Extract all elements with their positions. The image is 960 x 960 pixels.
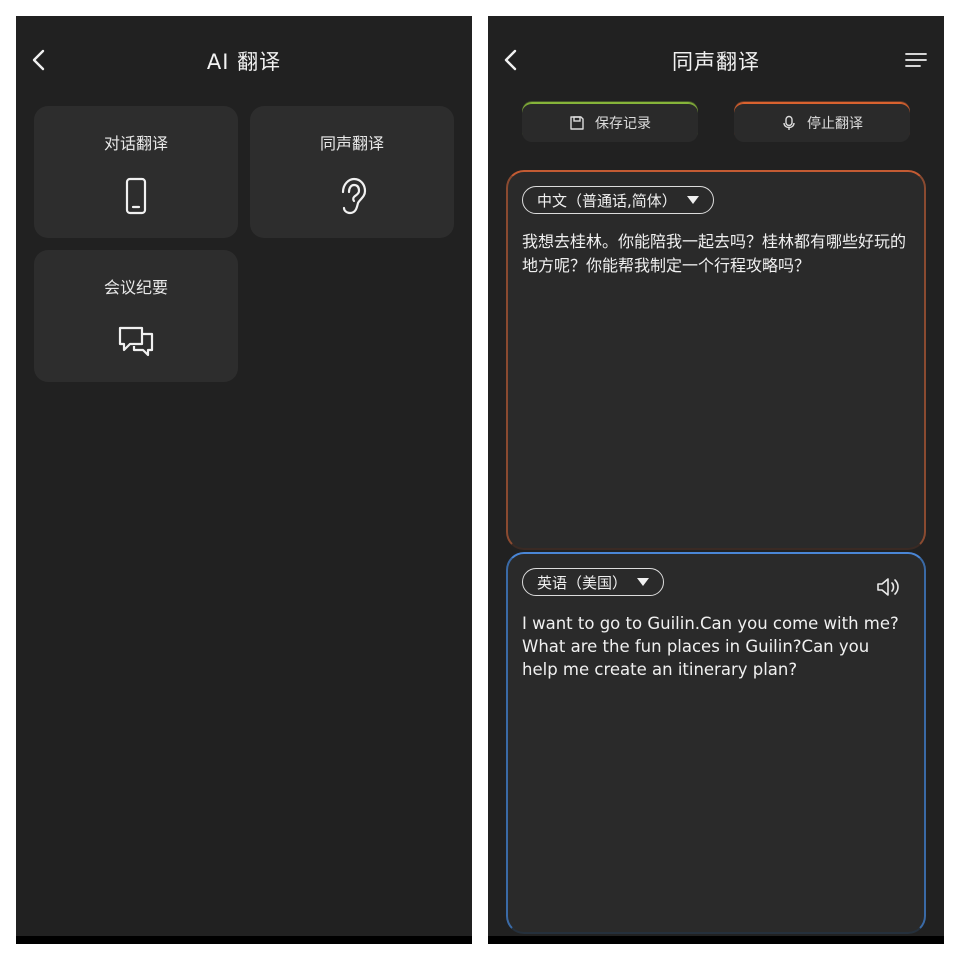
dropdown-triangle-icon [637, 578, 650, 586]
simultaneous-translate-screen: 同声翻译 保存记录 停止翻译 中文（普通话,简体） 我想去桂林。你能陪我一起去吗… [488, 16, 944, 944]
save-icon [570, 115, 584, 130]
save-record-button[interactable]: 保存记录 [522, 102, 698, 142]
chat-bubbles-icon [118, 326, 154, 357]
source-text: 我想去桂林。你能陪我一起去吗？桂林都有哪些好玩的地方呢？你能帮我制定一个行程攻略… [522, 232, 907, 275]
phone-icon [125, 177, 147, 215]
source-language-selector[interactable]: 中文（普通话,简体） [522, 186, 714, 214]
tile-dialog-translate[interactable]: 对话翻译 [34, 106, 238, 238]
target-language-selector[interactable]: 英语（美国） [522, 568, 665, 596]
dropdown-triangle-icon [686, 196, 699, 204]
microphone-icon [783, 115, 795, 130]
page-title: 同声翻译 [672, 50, 760, 74]
bottom-bar [488, 936, 944, 944]
target-text: I want to go to Guilin.Can you come with… [522, 614, 899, 679]
tile-label: 会议纪要 [103, 278, 168, 297]
target-panel: 英语（美国） I want to go to Guilin.Can you co… [506, 552, 926, 934]
stop-translate-button[interactable]: 停止翻译 [734, 102, 910, 142]
tile-simultaneous-translate[interactable]: 同声翻译 [250, 106, 454, 238]
bottom-bar [16, 936, 472, 944]
menu-icon[interactable] [904, 50, 928, 70]
tile-label: 同声翻译 [319, 134, 384, 153]
source-language-label: 中文（普通话,简体） [537, 191, 677, 210]
stop-translate-label: 停止翻译 [807, 115, 863, 132]
speaker-icon[interactable] [876, 576, 902, 598]
source-panel: 中文（普通话,简体） 我想去桂林。你能陪我一起去吗？桂林都有哪些好玩的地方呢？你… [506, 170, 926, 550]
nav-bar: 同声翻译 [488, 38, 944, 82]
ear-icon [341, 177, 367, 215]
target-language-label: 英语（美国） [537, 573, 628, 592]
ai-translate-screen: AI 翻译 对话翻译 同声翻译 会议纪要 [16, 16, 472, 944]
page-title: AI 翻译 [206, 50, 282, 74]
tile-meeting-minutes[interactable]: 会议纪要 [34, 250, 238, 382]
tile-label: 对话翻译 [103, 134, 168, 153]
save-record-label: 保存记录 [595, 115, 651, 132]
nav-bar: AI 翻译 [16, 38, 472, 82]
